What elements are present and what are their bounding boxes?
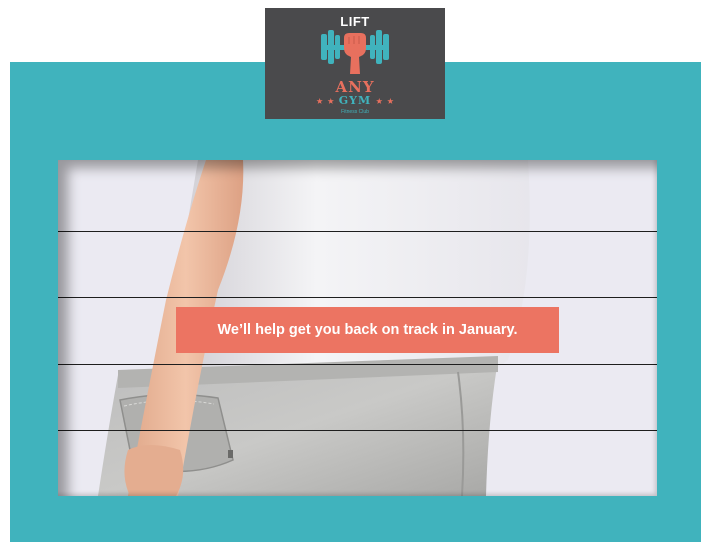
horizontal-rule: [58, 231, 657, 232]
horizontal-rule: [58, 430, 657, 431]
promo-banner: We’ll help get you back on track in Janu…: [176, 307, 559, 353]
logo-gym-text: GYM: [338, 94, 372, 107]
horizontal-rule: [58, 364, 657, 365]
star-icon: ★: [316, 96, 323, 106]
star-icon: ★: [376, 96, 383, 106]
star-icon: ★: [327, 96, 334, 106]
star-icon: ★: [387, 96, 394, 106]
logo-top-text: LIFT: [340, 14, 370, 29]
horizontal-rule: [58, 297, 657, 298]
promo-banner-text: We’ll help get you back on track in Janu…: [217, 322, 518, 338]
lift-any-gym-logo: LIFT ANY ★ ★ GYM ★ ★ Fitness Club: [265, 8, 445, 119]
logo-brand-sub: ★ ★ GYM ★ ★: [265, 94, 445, 107]
logo-tagline: Fitness Club: [341, 109, 369, 115]
